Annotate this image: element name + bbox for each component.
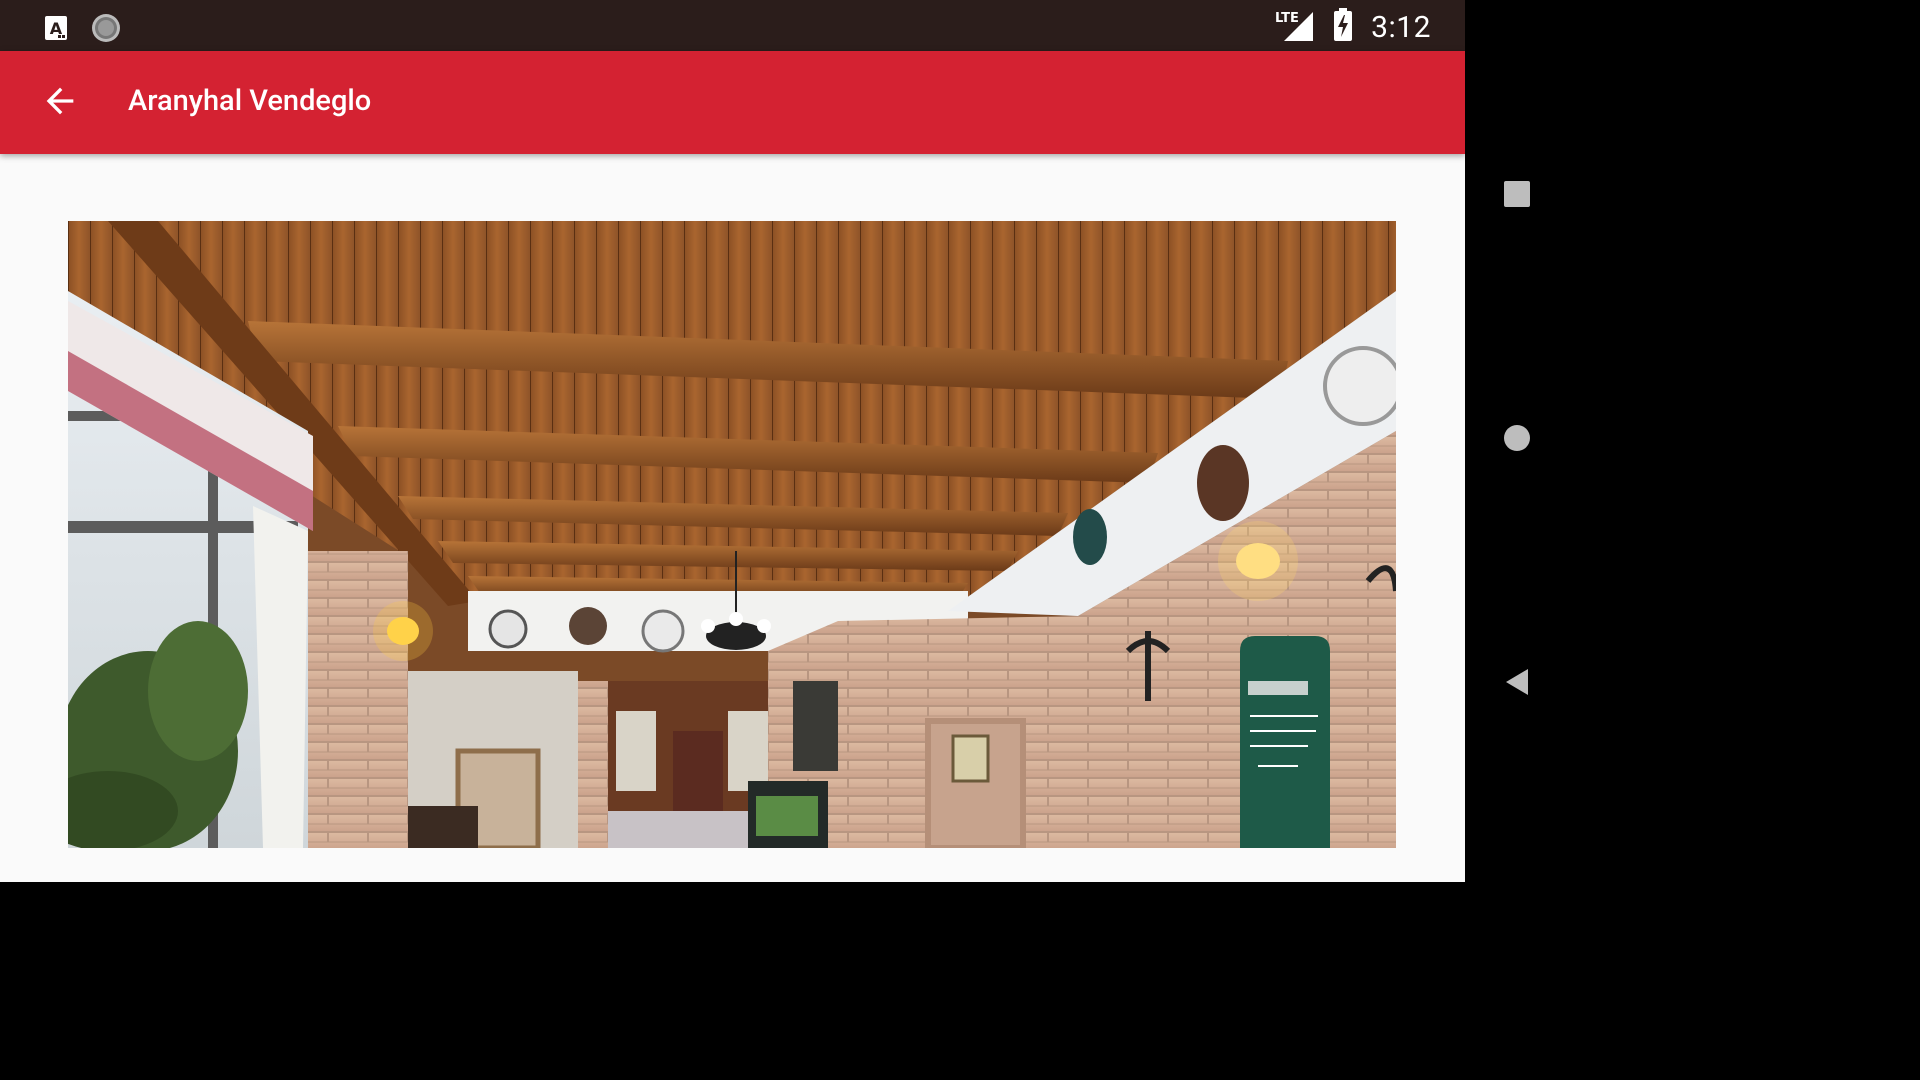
status-bar: A LTE 3:12 — [0, 0, 1465, 51]
back-button[interactable] — [28, 73, 92, 133]
arrow-back-icon — [40, 81, 80, 125]
home-button[interactable] — [1465, 390, 1568, 490]
sync-icon — [90, 12, 122, 48]
lte-signal-icon: LTE — [1275, 8, 1315, 46]
page-title: Aranyhal Vendeglo — [128, 84, 372, 118]
navigation-bar — [1465, 0, 1568, 882]
recents-button[interactable] — [1465, 146, 1568, 246]
app-screen: A LTE 3:12 Aranyhal Vendeglo — [0, 0, 1465, 882]
svg-text:LTE: LTE — [1275, 11, 1299, 26]
a-notification-icon: A — [44, 15, 68, 45]
nav-back-button[interactable] — [1465, 634, 1568, 734]
clock: 3:12 — [1371, 9, 1431, 45]
battery-charging-icon — [1333, 8, 1353, 46]
triangle-back-icon — [1502, 667, 1532, 701]
app-bar: Aranyhal Vendeglo — [0, 51, 1465, 154]
restaurant-photo[interactable] — [68, 221, 1396, 848]
restaurant-interior-image — [68, 221, 1396, 848]
square-recents-icon — [1502, 179, 1532, 213]
circle-home-icon — [1502, 423, 1532, 457]
